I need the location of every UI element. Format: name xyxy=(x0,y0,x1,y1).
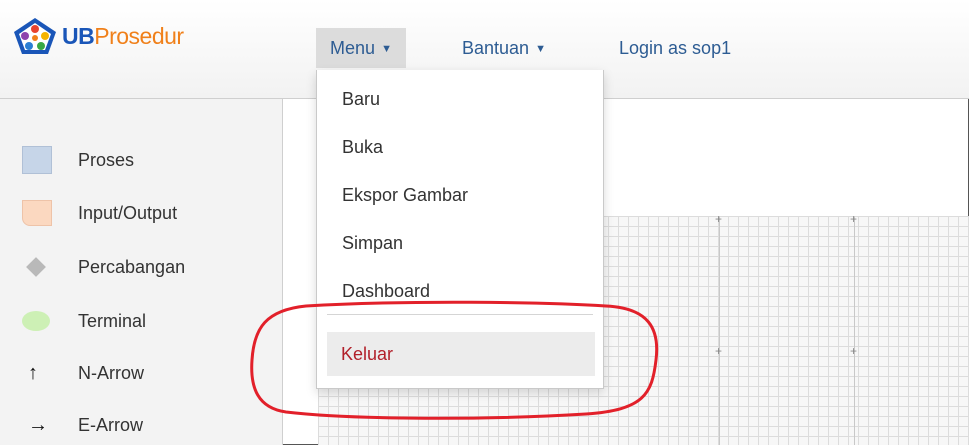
palette-item-label: Input/Output xyxy=(78,202,178,223)
menu-label: Menu xyxy=(330,38,376,58)
page-guide-line xyxy=(719,216,720,445)
app-name-prosedur: Prosedur xyxy=(94,22,184,49)
plus-marker-icon: + xyxy=(850,344,858,358)
menu-item-buka[interactable]: Buka xyxy=(342,132,383,162)
login-link[interactable]: Login as sop1 xyxy=(619,28,731,68)
menu-item-dashboard[interactable]: Dashboard xyxy=(342,276,430,306)
menu-item-ekspor-gambar[interactable]: Ekspor Gambar xyxy=(342,180,468,210)
palette-item-n-arrow[interactable]: ↑ N-Arrow xyxy=(22,358,144,388)
pentagon-logo-icon xyxy=(14,18,56,54)
document-shape-icon xyxy=(22,200,52,226)
menu-divider xyxy=(327,314,593,315)
logout-label: Keluar xyxy=(341,344,394,364)
help-dropdown-toggle[interactable]: Bantuan ▼ xyxy=(462,28,546,68)
page-guide-line xyxy=(854,216,855,445)
menu-item-keluar[interactable]: Keluar xyxy=(327,332,595,376)
palette-item-terminal[interactable]: Terminal xyxy=(22,306,146,336)
diamond-icon xyxy=(26,257,46,277)
help-label: Bantuan xyxy=(462,38,530,58)
arrow-right-icon: → xyxy=(28,413,48,436)
palette-item-label: Proses xyxy=(78,149,135,170)
menu-item-baru[interactable]: Baru xyxy=(342,84,380,114)
menu-dropdown: Baru Buka Ekspor Gambar Simpan Dashboard… xyxy=(316,70,604,389)
palette-item-proses[interactable]: Proses xyxy=(22,145,134,175)
caret-down-icon: ▼ xyxy=(381,43,392,56)
palette-item-label: N-Arrow xyxy=(78,362,144,383)
shape-palette-sidebar: Proses Input/Output Percabangan Terminal… xyxy=(0,99,283,445)
palette-item-label: Percabangan xyxy=(78,256,186,277)
palette-item-label: E-Arrow xyxy=(78,414,144,435)
menu-item-simpan[interactable]: Simpan xyxy=(342,228,403,258)
plus-marker-icon: + xyxy=(850,212,858,226)
app-name-ub: UB xyxy=(62,22,95,49)
rectangle-icon xyxy=(22,146,52,174)
caret-down-icon: ▼ xyxy=(535,43,546,56)
plus-marker-icon: + xyxy=(715,212,723,226)
app-name: UBProsedur xyxy=(62,23,184,50)
palette-item-percabangan[interactable]: Percabangan xyxy=(22,252,185,282)
app-logo[interactable]: UBProsedur xyxy=(12,14,184,58)
palette-item-input-output[interactable]: Input/Output xyxy=(22,198,177,228)
arrow-up-icon: ↑ xyxy=(28,361,38,384)
palette-item-e-arrow[interactable]: → E-Arrow xyxy=(22,410,143,440)
palette-item-label: Terminal xyxy=(78,310,147,331)
plus-marker-icon: + xyxy=(715,344,723,358)
ellipse-icon xyxy=(22,311,50,331)
menu-dropdown-toggle[interactable]: Menu ▼ xyxy=(316,28,406,68)
